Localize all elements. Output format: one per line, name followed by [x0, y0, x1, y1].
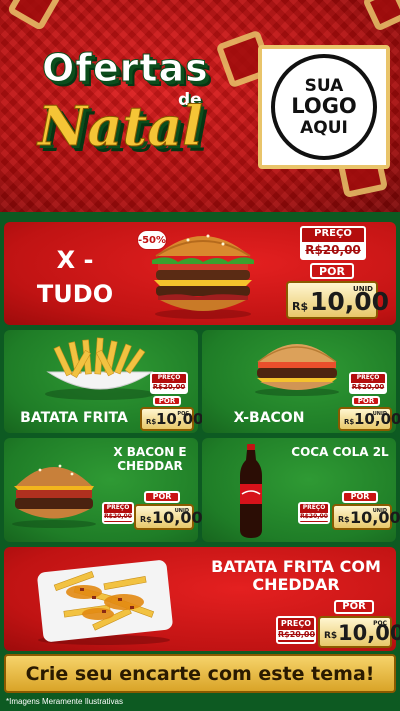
preco-label: PREÇO [280, 619, 312, 628]
currency: R$ [292, 300, 309, 313]
logo-circle: SUA LOGO AQUI [271, 54, 377, 160]
old-price: R$20,00 [300, 513, 328, 521]
old-price-tag: PREÇO R$20,00 [300, 226, 366, 260]
old-price-tag: PREÇO R$20,00 [298, 502, 330, 524]
price-box: R$ 10,00 UNID [286, 281, 389, 319]
product-name: BATATA FRITA [20, 410, 128, 426]
price-unit: UNID [372, 411, 387, 417]
price-unit: POÇ [373, 620, 387, 627]
currency: R$ [338, 515, 350, 524]
old-price: R$20,00 [302, 241, 364, 258]
preco-label: PREÇO [157, 373, 181, 381]
old-price: R$20,00 [104, 513, 132, 521]
old-price: R$20,00 [351, 382, 385, 392]
product-name: X-BACON [233, 410, 305, 426]
currency: R$ [344, 418, 355, 426]
currency: R$ [140, 515, 152, 524]
por-label: POR [144, 491, 180, 503]
page-title: Ofertas de Natal [28, 46, 238, 166]
logo-text: LOGO [291, 94, 357, 119]
product-name: BATATA FRITA COM CHEDDAR [211, 557, 381, 595]
disclaimer: *Imagens Meramente Ilustrativas [6, 697, 123, 706]
fries-cheddar-image [37, 560, 173, 645]
old-price: R$20,00 [278, 630, 316, 640]
soda-bottle-image [240, 444, 262, 538]
por-label: POR [352, 396, 380, 406]
currency: R$ [324, 631, 338, 641]
por-label: POR [342, 491, 378, 503]
logo-text: AQUI [300, 117, 348, 138]
price-value: 10,00 [338, 621, 400, 645]
preco-label: PREÇO [314, 227, 352, 239]
price-unit: POÇ [177, 411, 189, 417]
old-price-tag: PREÇO R$20,00 [150, 372, 188, 394]
price-box: R$ 10,00 UNID [338, 407, 400, 431]
header-banner: Ofertas de Natal SUA LOGO AQUI [0, 0, 400, 212]
currency: R$ [146, 418, 157, 426]
cta-banner[interactable]: Crie seu encarte com este tema! [4, 654, 396, 693]
preco-label: PREÇO [356, 373, 380, 381]
product-name: X BACON E CHEDDAR [113, 445, 187, 473]
decoration-box [362, 0, 400, 32]
price-box: R$ 10,00 POÇ [140, 407, 203, 431]
price-unit: UNID [372, 508, 387, 514]
price-value: 10,00 [310, 287, 390, 316]
price-box: R$ 10,00 UNID [134, 504, 203, 530]
title-natal: Natal [38, 94, 204, 159]
fries-image [45, 337, 155, 400]
old-price-tag: PREÇO R$20,00 [102, 502, 134, 524]
old-price-tag: PREÇO R$20,00 [349, 372, 387, 394]
por-label: POR [334, 600, 374, 614]
product-name-line: TUDO [36, 279, 114, 308]
price-unit: UNID [353, 285, 373, 293]
price-unit: UNID [174, 508, 189, 514]
logo-text: SUA [304, 75, 344, 96]
price-box: R$ 10,00 UNID [332, 504, 400, 530]
preco-label: PREÇO [302, 504, 326, 511]
logo-placeholder: SUA LOGO AQUI [258, 45, 390, 169]
burger-image [255, 344, 339, 396]
product-name: COCA COLA 2L [291, 445, 389, 459]
por-label: POR [310, 263, 354, 279]
decoration-box [6, 0, 62, 32]
price-box: R$ 10,00 POÇ [318, 616, 400, 648]
product-name-line: X - [56, 246, 94, 274]
burger-image [152, 234, 254, 319]
old-price: R$20,00 [152, 382, 186, 392]
product-name: X - TUDO [20, 246, 130, 308]
preco-label: PREÇO [106, 504, 130, 511]
burger-image [12, 464, 96, 528]
title-ofertas: Ofertas [42, 46, 209, 91]
por-label: POR [153, 396, 181, 406]
old-price-tag: PREÇO R$20,00 [276, 616, 316, 644]
